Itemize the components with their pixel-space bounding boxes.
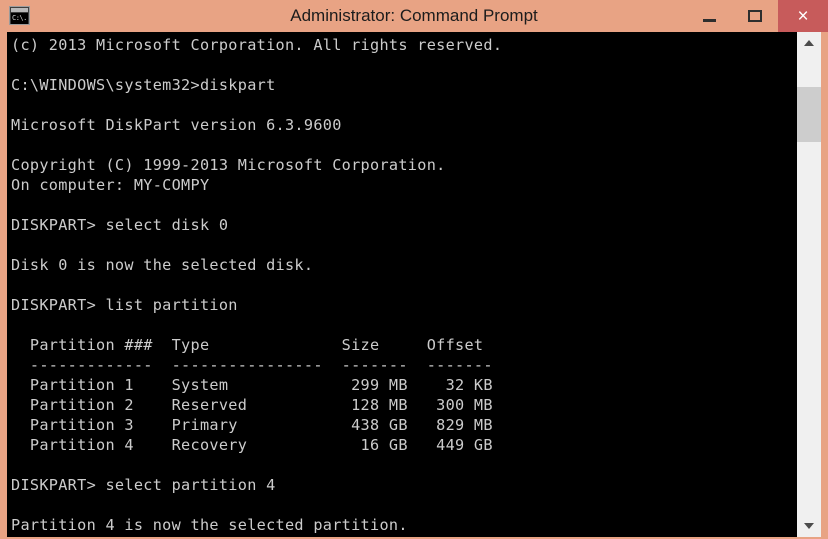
scroll-down-button[interactable] [797,515,821,537]
maximize-icon [748,10,762,22]
icon-prompt-glyph: C:\. [11,13,28,24]
chevron-down-icon [804,523,814,529]
console-client-area: (c) 2013 Microsoft Corporation. All righ… [7,32,821,537]
title-bar[interactable]: C:\. Administrator: Command Prompt × [0,0,828,32]
command-prompt-window: C:\. Administrator: Command Prompt × (c)… [0,0,828,539]
command-prompt-icon[interactable]: C:\. [9,6,30,25]
scrollbar-thumb[interactable] [797,87,821,142]
scroll-up-button[interactable] [797,32,821,54]
minimize-button[interactable] [686,0,732,32]
close-button[interactable]: × [778,0,828,32]
minimize-icon [702,18,716,22]
chevron-up-icon [804,40,814,46]
vertical-scrollbar[interactable] [797,32,821,537]
maximize-button[interactable] [732,0,778,32]
window-controls: × [686,0,828,32]
console-output-text: (c) 2013 Microsoft Corporation. All righ… [7,32,797,535]
scrollbar-track[interactable] [797,54,821,515]
console-output-pane[interactable]: (c) 2013 Microsoft Corporation. All righ… [7,32,797,537]
icon-titlebar-strip [11,8,28,12]
